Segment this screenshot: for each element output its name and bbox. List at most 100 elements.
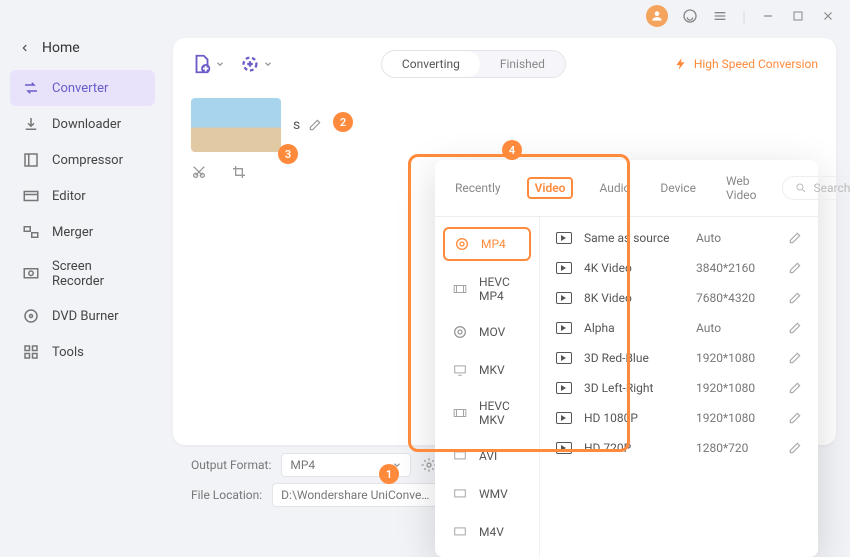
video-icon	[556, 412, 572, 424]
sidebar-item-downloader[interactable]: Downloader	[10, 106, 155, 142]
main-card: Converting Finished High Speed Conversio…	[173, 38, 836, 445]
edit-icon[interactable]	[788, 321, 802, 335]
titlebar: |	[0, 0, 850, 32]
format-m4v[interactable]: M4V	[443, 517, 531, 547]
edit-icon[interactable]	[788, 261, 802, 275]
bolt-icon	[674, 57, 688, 71]
sidebar-item-dvd-burner[interactable]: DVD Burner	[10, 298, 155, 334]
support-icon[interactable]	[682, 8, 698, 24]
format-mp4[interactable]: MP4	[443, 227, 531, 261]
video-icon	[556, 262, 572, 274]
tab-audio[interactable]: Audio	[595, 177, 634, 199]
sidebar-item-screen-recorder[interactable]: Screen Recorder	[10, 250, 155, 298]
status-segments: Converting Finished	[381, 50, 566, 78]
format-hevc-mkv[interactable]: HEVC MKV	[443, 393, 531, 433]
menu-icon[interactable]	[712, 8, 728, 24]
tab-device[interactable]: Device	[656, 177, 700, 199]
segment-converting[interactable]: Converting	[382, 51, 480, 77]
back-home[interactable]: Home	[10, 32, 155, 64]
format-hevc-mp4[interactable]: HEVC MP4	[443, 269, 531, 309]
recorder-icon	[22, 265, 40, 283]
hsc-label: High Speed Conversion	[694, 57, 818, 71]
avatar[interactable]	[646, 5, 668, 27]
video-icon	[556, 232, 572, 244]
close-icon[interactable]	[820, 8, 836, 24]
output-format-label: Output Format:	[191, 458, 271, 472]
sidebar-item-label: Editor	[52, 189, 86, 204]
tab-recently[interactable]: Recently	[451, 177, 505, 199]
preset-720p[interactable]: HD 720P1280*720	[540, 433, 818, 463]
video-icon	[556, 382, 572, 394]
video-icon	[556, 292, 572, 304]
minimize-icon[interactable]	[760, 8, 776, 24]
film-icon	[451, 280, 469, 298]
tab-video[interactable]: Video	[527, 177, 574, 199]
preset-4k[interactable]: 4K Video3840*2160	[540, 253, 818, 283]
segment-finished[interactable]: Finished	[480, 51, 565, 77]
display-icon	[451, 523, 469, 541]
video-icon	[556, 442, 572, 454]
crop-icon[interactable]	[231, 164, 247, 180]
tab-web-video[interactable]: Web Video	[722, 170, 761, 206]
download-icon	[22, 115, 40, 133]
trim-icon[interactable]	[191, 164, 207, 180]
badge-4: 4	[502, 140, 522, 160]
add-file-button[interactable]	[191, 53, 225, 75]
display-icon	[451, 447, 469, 465]
display-icon	[451, 361, 469, 379]
edit-icon[interactable]	[788, 231, 802, 245]
edit-icon[interactable]	[788, 291, 802, 305]
preset-alpha[interactable]: AlphaAuto	[540, 313, 818, 343]
sidebar-item-label: Converter	[52, 81, 108, 96]
edit-icon[interactable]	[788, 381, 802, 395]
preset-3d-left-right[interactable]: 3D Left-Right1920*1080	[540, 373, 818, 403]
video-thumbnail[interactable]	[191, 98, 281, 152]
maximize-icon[interactable]	[790, 8, 806, 24]
edit-icon[interactable]	[788, 411, 802, 425]
format-avi[interactable]: AVI	[443, 441, 531, 471]
sidebar-item-converter[interactable]: Converter	[10, 70, 155, 106]
target-icon	[453, 235, 471, 253]
add-url-button[interactable]	[239, 53, 273, 75]
preset-same-as-source[interactable]: Same as sourceAuto	[540, 223, 818, 253]
sidebar-item-editor[interactable]: Editor	[10, 178, 155, 214]
sidebar: Home Converter Downloader Compressor Edi…	[0, 32, 165, 527]
format-wmv[interactable]: WMV	[443, 479, 531, 509]
sidebar-item-label: DVD Burner	[52, 309, 119, 324]
converter-icon	[22, 79, 40, 97]
film-icon	[451, 404, 469, 422]
badge-3: 3	[278, 144, 298, 164]
edit-icon[interactable]	[788, 441, 802, 455]
preset-8k[interactable]: 8K Video7680*4320	[540, 283, 818, 313]
search-input[interactable]: Search	[782, 176, 850, 200]
dvd-icon	[22, 307, 40, 325]
sidebar-item-label: Merger	[52, 225, 93, 240]
editor-icon	[22, 187, 40, 205]
search-icon	[795, 182, 807, 194]
display-icon	[451, 485, 469, 503]
sidebar-item-label: Screen Recorder	[52, 259, 143, 289]
sidebar-item-label: Tools	[52, 345, 84, 360]
sidebar-item-label: Downloader	[52, 117, 121, 132]
badge-2: 2	[333, 112, 353, 132]
video-icon	[556, 352, 572, 364]
target-icon	[451, 323, 469, 341]
format-list: MP4 HEVC MP4 MOV MKV HEVC MKV AVI WMV M4…	[435, 217, 540, 557]
home-label: Home	[42, 40, 80, 56]
compressor-icon	[22, 151, 40, 169]
merger-icon	[22, 223, 40, 241]
preset-1080p[interactable]: HD 1080P1920*1080	[540, 403, 818, 433]
sidebar-item-tools[interactable]: Tools	[10, 334, 155, 370]
file-location-label: File Location:	[191, 488, 262, 502]
search-placeholder: Search	[813, 181, 850, 195]
rename-icon[interactable]	[308, 118, 322, 132]
sidebar-item-compressor[interactable]: Compressor	[10, 142, 155, 178]
badge-1: 1	[379, 464, 399, 484]
sidebar-item-merger[interactable]: Merger	[10, 214, 155, 250]
preset-3d-red-blue[interactable]: 3D Red-Blue1920*1080	[540, 343, 818, 373]
format-mov[interactable]: MOV	[443, 317, 531, 347]
edit-icon[interactable]	[788, 351, 802, 365]
high-speed-toggle[interactable]: High Speed Conversion	[674, 57, 818, 71]
file-location-select[interactable]: D:\Wondershare UniConverter 1	[272, 483, 458, 507]
format-mkv[interactable]: MKV	[443, 355, 531, 385]
